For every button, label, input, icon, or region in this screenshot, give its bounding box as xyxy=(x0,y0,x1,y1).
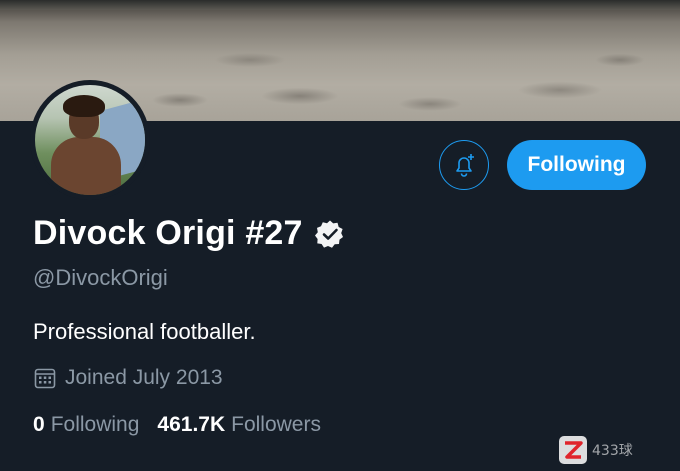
joined-date: Joined July 2013 xyxy=(33,366,223,390)
follow-stats: 0 Following 461.7K Followers xyxy=(33,413,339,437)
site-watermark: 433球 xyxy=(558,430,678,470)
followers-count-link[interactable]: 461.7K Followers xyxy=(157,413,321,437)
avatar[interactable] xyxy=(30,80,150,200)
notifications-button[interactable] xyxy=(439,140,489,190)
following-count: 0 xyxy=(33,413,45,436)
followers-label: Followers xyxy=(231,413,321,436)
profile-name-row: Divock Origi #27 xyxy=(33,214,345,253)
bell-plus-icon xyxy=(456,154,474,177)
profile-handle: @DivockOrigi xyxy=(33,265,168,290)
following-label: Following xyxy=(50,413,140,436)
joined-date-text: Joined July 2013 xyxy=(65,366,223,389)
verified-badge-icon xyxy=(314,220,343,248)
calendar-icon xyxy=(34,368,56,389)
following-button-label: Following xyxy=(527,153,626,176)
followers-count: 461.7K xyxy=(157,413,226,436)
watermark-logo-icon xyxy=(559,436,587,464)
profile-bio: Professional footballer. xyxy=(33,319,256,344)
avatar-photo xyxy=(35,85,145,195)
profile-name: Divock Origi #27 xyxy=(33,214,303,252)
banner-sea xyxy=(0,0,680,10)
following-button[interactable]: Following xyxy=(507,140,646,190)
watermark-text: 433球 xyxy=(592,443,633,459)
following-count-link[interactable]: 0 Following xyxy=(33,413,139,437)
